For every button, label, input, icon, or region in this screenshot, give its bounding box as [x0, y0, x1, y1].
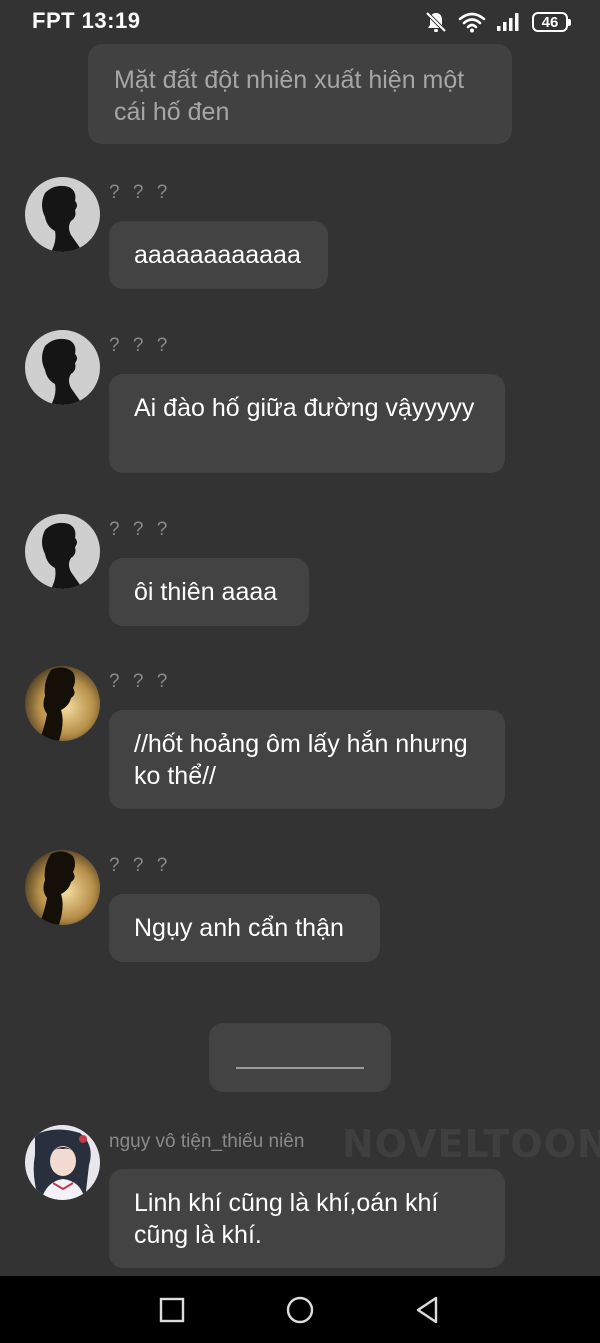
sender-name: ? ? ?	[109, 335, 172, 356]
recent-apps-icon[interactable]	[156, 1294, 188, 1326]
avatar[interactable]	[25, 177, 100, 252]
status-time: FPT 13:19	[32, 8, 141, 33]
sender-name: ngụy vô tiện_thiếu niên	[109, 1131, 305, 1152]
back-icon[interactable]	[411, 1294, 443, 1326]
sender-name: ? ? ?	[109, 671, 172, 692]
status-bar: FPT 13:19 46	[0, 0, 600, 44]
message-bubble[interactable]: ôi thiên aaaa	[109, 558, 309, 626]
message-bubble[interactable]: Ngụy anh cẩn thận	[109, 894, 380, 962]
avatar[interactable]	[25, 1125, 100, 1200]
battery-level: 46	[541, 13, 559, 31]
home-icon[interactable]	[284, 1294, 316, 1326]
wifi-icon	[458, 12, 486, 33]
cellular-signal-icon	[497, 13, 519, 31]
battery-icon: 46	[532, 12, 571, 32]
message-bubble[interactable]: Linh khí cũng là khí,oán khí cũng là khí…	[109, 1169, 505, 1268]
message-bubble[interactable]: Ai đào hố giữa đường vậyyyyy	[109, 374, 505, 473]
chapter-divider	[209, 1023, 391, 1092]
divider-line	[236, 1067, 364, 1069]
message-bubble[interactable]: //hốt hoảng ôm lấy hắn nhưng ko thể//	[109, 710, 505, 809]
avatar[interactable]	[25, 514, 100, 589]
avatar[interactable]	[25, 330, 100, 405]
watermark: NOVELTOON	[342, 1122, 600, 1166]
message-bubble[interactable]: aaaaaaaaaaaa	[109, 221, 328, 289]
avatar[interactable]	[25, 666, 100, 741]
avatar[interactable]	[25, 850, 100, 925]
sender-name: ? ? ?	[109, 519, 172, 540]
sender-name: ? ? ?	[109, 855, 172, 876]
navigation-bar	[0, 1276, 600, 1343]
sender-name: ? ? ?	[109, 182, 172, 203]
narration-box: Mặt đất đột nhiên xuất hiện một cái hố đ…	[88, 44, 512, 144]
notifications-muted-icon	[425, 11, 447, 33]
